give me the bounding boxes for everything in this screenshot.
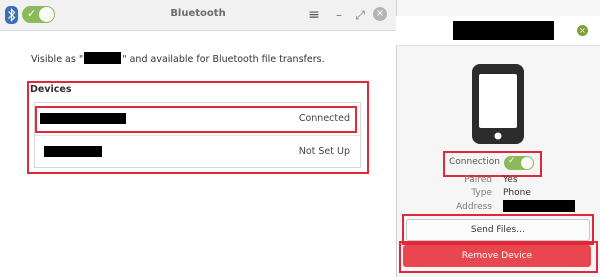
visibility-message: Visible as " " and available for Bluetoot…: [31, 52, 325, 65]
window-title: Bluetooth: [170, 8, 226, 19]
type-label: Type: [471, 188, 492, 198]
close-button[interactable]: ×: [373, 7, 387, 21]
address-label: Address: [456, 202, 492, 212]
device-status: Not Set Up: [298, 146, 350, 157]
paired-label: Paired: [464, 175, 492, 185]
device-row-not-set-up[interactable]: Not Set Up: [35, 135, 360, 168]
connection-toggle[interactable]: ✓: [504, 156, 534, 170]
popover-close-icon[interactable]: ×: [577, 25, 588, 36]
send-files-button[interactable]: Send Files…: [406, 219, 590, 241]
check-icon: ✓: [508, 156, 516, 166]
redacted-address: [503, 200, 575, 212]
hamburger-menu-icon[interactable]: ≡: [305, 6, 323, 24]
bluetooth-icon: [5, 6, 18, 24]
paired-value: Yes: [503, 175, 518, 185]
connection-label: Connection: [449, 157, 500, 167]
toggle-knob: [39, 7, 54, 22]
visibility-prefix: Visible as ": [31, 54, 84, 65]
check-icon: ✓: [27, 7, 37, 20]
maximize-button[interactable]: ⤢: [351, 6, 369, 24]
minimize-button[interactable]: –: [330, 6, 348, 24]
toggle-knob: [521, 157, 533, 169]
phone-icon: [472, 64, 524, 144]
redacted-device-title: [453, 21, 554, 40]
redacted-hostname: [84, 52, 122, 64]
type-value: Phone: [503, 188, 531, 198]
devices-heading: Devices: [30, 84, 72, 95]
bluetooth-toggle[interactable]: ✓: [22, 6, 55, 23]
redacted-device-name: [44, 146, 102, 157]
visibility-suffix: " and available for Bluetooth file trans…: [122, 54, 325, 65]
selected-device-highlight: [35, 106, 357, 133]
remove-device-button[interactable]: Remove Device: [403, 245, 591, 267]
